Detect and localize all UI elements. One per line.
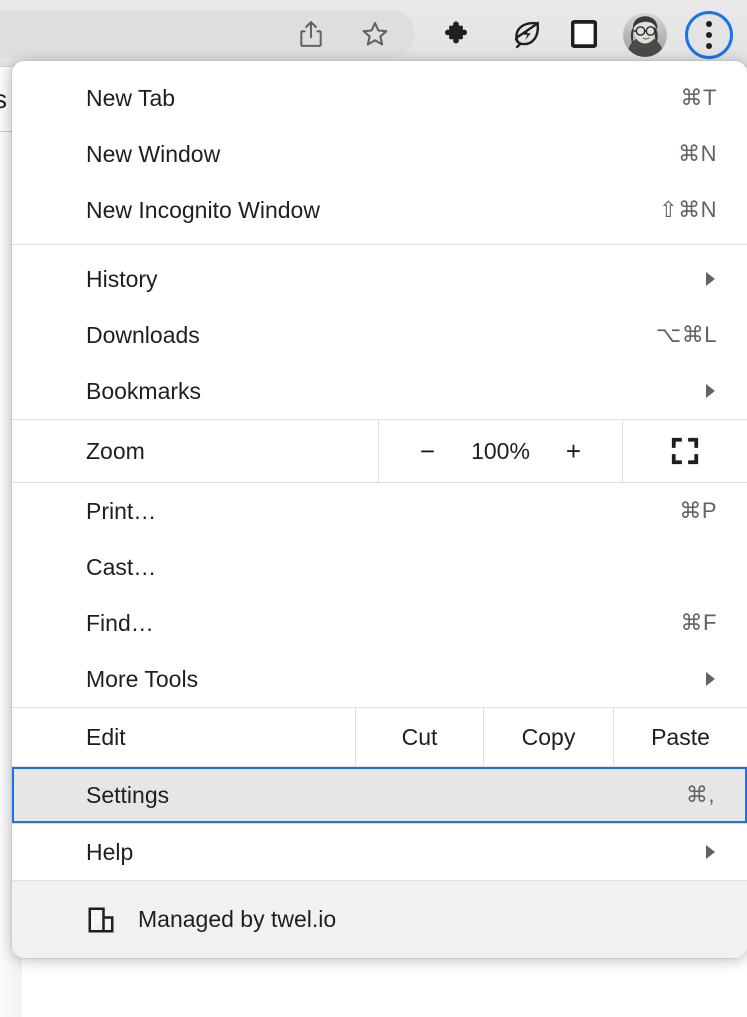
- cut-button[interactable]: Cut: [355, 708, 483, 766]
- menu-edit-row: Edit Cut Copy Paste: [12, 708, 747, 766]
- menu-item-downloads[interactable]: Downloads ⌥⌘L: [12, 307, 747, 363]
- bookmark-star-icon[interactable]: [353, 12, 397, 56]
- menu-item-new-window[interactable]: New Window ⌘N: [12, 126, 747, 182]
- chevron-right-icon: [703, 672, 717, 686]
- menu-zoom-row: Zoom − 100% +: [12, 420, 747, 482]
- chevron-right-icon: [703, 384, 717, 398]
- menu-item-label: Bookmarks: [86, 377, 202, 404]
- menu-separator: [12, 244, 747, 245]
- menu-item-print[interactable]: Print… ⌘P: [12, 483, 747, 539]
- menu-item-label: Cast…: [86, 553, 157, 580]
- edit-label: Edit: [86, 723, 126, 750]
- menu-item-label: Print…: [86, 497, 157, 524]
- menu-item-shortcut: ⌘T: [680, 85, 717, 110]
- menu-item-shortcut: ⌥⌘L: [655, 322, 717, 347]
- menu-item-label: History: [86, 265, 158, 292]
- managed-by-footer: Managed by twel.io: [12, 880, 747, 958]
- menu-dot: [706, 21, 712, 27]
- menu-item-cast[interactable]: Cast…: [12, 539, 747, 595]
- menu-item-shortcut: ⌘N: [678, 141, 717, 166]
- zoom-level-value: 100%: [471, 437, 530, 464]
- zoom-in-button[interactable]: +: [563, 436, 585, 467]
- menu-item-label: Help: [86, 838, 134, 865]
- energy-saver-leaf-icon[interactable]: [505, 12, 549, 56]
- menu-item-label: More Tools: [86, 665, 199, 692]
- menu-dot: [706, 32, 712, 38]
- enterprise-building-icon: [86, 905, 116, 935]
- menu-item-shortcut: ⌘P: [679, 498, 717, 523]
- share-icon[interactable]: [289, 12, 333, 56]
- menu-item-more-tools[interactable]: More Tools: [12, 651, 747, 707]
- menu-item-label: New Incognito Window: [86, 196, 320, 223]
- browser-toolbar: [0, 0, 747, 67]
- chevron-right-icon: [703, 845, 717, 859]
- menu-dot: [706, 43, 712, 49]
- menu-item-label: New Window: [86, 140, 221, 167]
- zoom-label: Zoom: [86, 437, 145, 464]
- menu-item-bookmarks[interactable]: Bookmarks: [12, 363, 747, 419]
- zoom-controls: − 100% +: [378, 420, 623, 482]
- menu-item-label: Find…: [86, 609, 154, 636]
- menu-item-shortcut: ⇧⌘N: [659, 197, 717, 222]
- copy-button[interactable]: Copy: [483, 708, 613, 766]
- menu-item-settings[interactable]: Settings ⌘,: [12, 767, 747, 823]
- menu-item-new-incognito-window[interactable]: New Incognito Window ⇧⌘N: [12, 182, 747, 238]
- zoom-out-button[interactable]: −: [417, 436, 439, 467]
- chrome-menu-button[interactable]: [685, 11, 733, 59]
- chrome-main-menu: New Tab ⌘T New Window ⌘N New Incognito W…: [12, 61, 747, 958]
- menu-item-help[interactable]: Help: [12, 824, 747, 880]
- menu-item-find[interactable]: Find… ⌘F: [12, 595, 747, 651]
- menu-item-label: New Tab: [86, 84, 176, 111]
- fullscreen-icon[interactable]: [623, 420, 747, 482]
- menu-item-label: Settings: [86, 781, 170, 808]
- managed-by-text: Managed by twel.io: [138, 906, 337, 932]
- menu-item-history[interactable]: History: [12, 251, 747, 307]
- side-panel-icon[interactable]: [562, 12, 606, 56]
- menu-item-new-tab[interactable]: New Tab ⌘T: [12, 70, 747, 126]
- avatar[interactable]: [623, 13, 667, 57]
- paste-button[interactable]: Paste: [613, 708, 747, 766]
- extensions-puzzle-icon[interactable]: [432, 12, 476, 56]
- browser-window: s: [0, 0, 747, 1017]
- menu-item-label: Downloads: [86, 321, 200, 348]
- chevron-right-icon: [703, 272, 717, 286]
- menu-item-shortcut: ⌘F: [680, 610, 717, 635]
- menu-item-shortcut: ⌘,: [685, 782, 715, 807]
